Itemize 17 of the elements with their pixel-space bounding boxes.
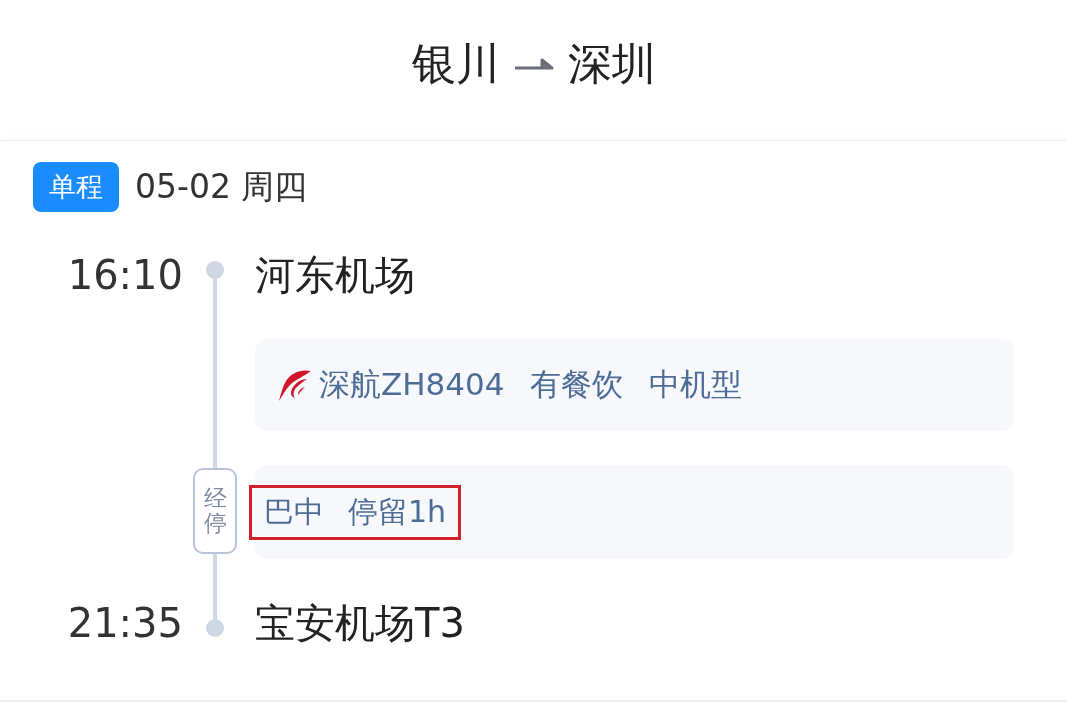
stop-duration: 停留1h — [348, 492, 447, 531]
destination-city: 深圳 — [567, 36, 656, 91]
timeline-dot — [206, 261, 224, 279]
arrow-icon — [513, 57, 554, 71]
aircraft-size: 中机型 — [649, 365, 743, 404]
flight-date: 05-02 周四 — [135, 165, 308, 208]
departure-airport: 河东机场 — [255, 251, 416, 300]
flight-number: 深航ZH8404 — [319, 365, 505, 404]
meal-info: 有餐饮 — [530, 365, 624, 404]
origin-city: 银川 — [411, 36, 500, 91]
timeline-dot — [206, 619, 224, 637]
departure-time: 16:10 — [66, 251, 183, 300]
trip-type-badge: 单程 — [33, 162, 119, 212]
arrival-airport: 宝安机场T3 — [255, 599, 466, 648]
stop-label: 经停 — [193, 467, 237, 554]
arrival-time: 21:35 — [66, 599, 183, 648]
stop-city: 巴中 — [264, 492, 324, 531]
